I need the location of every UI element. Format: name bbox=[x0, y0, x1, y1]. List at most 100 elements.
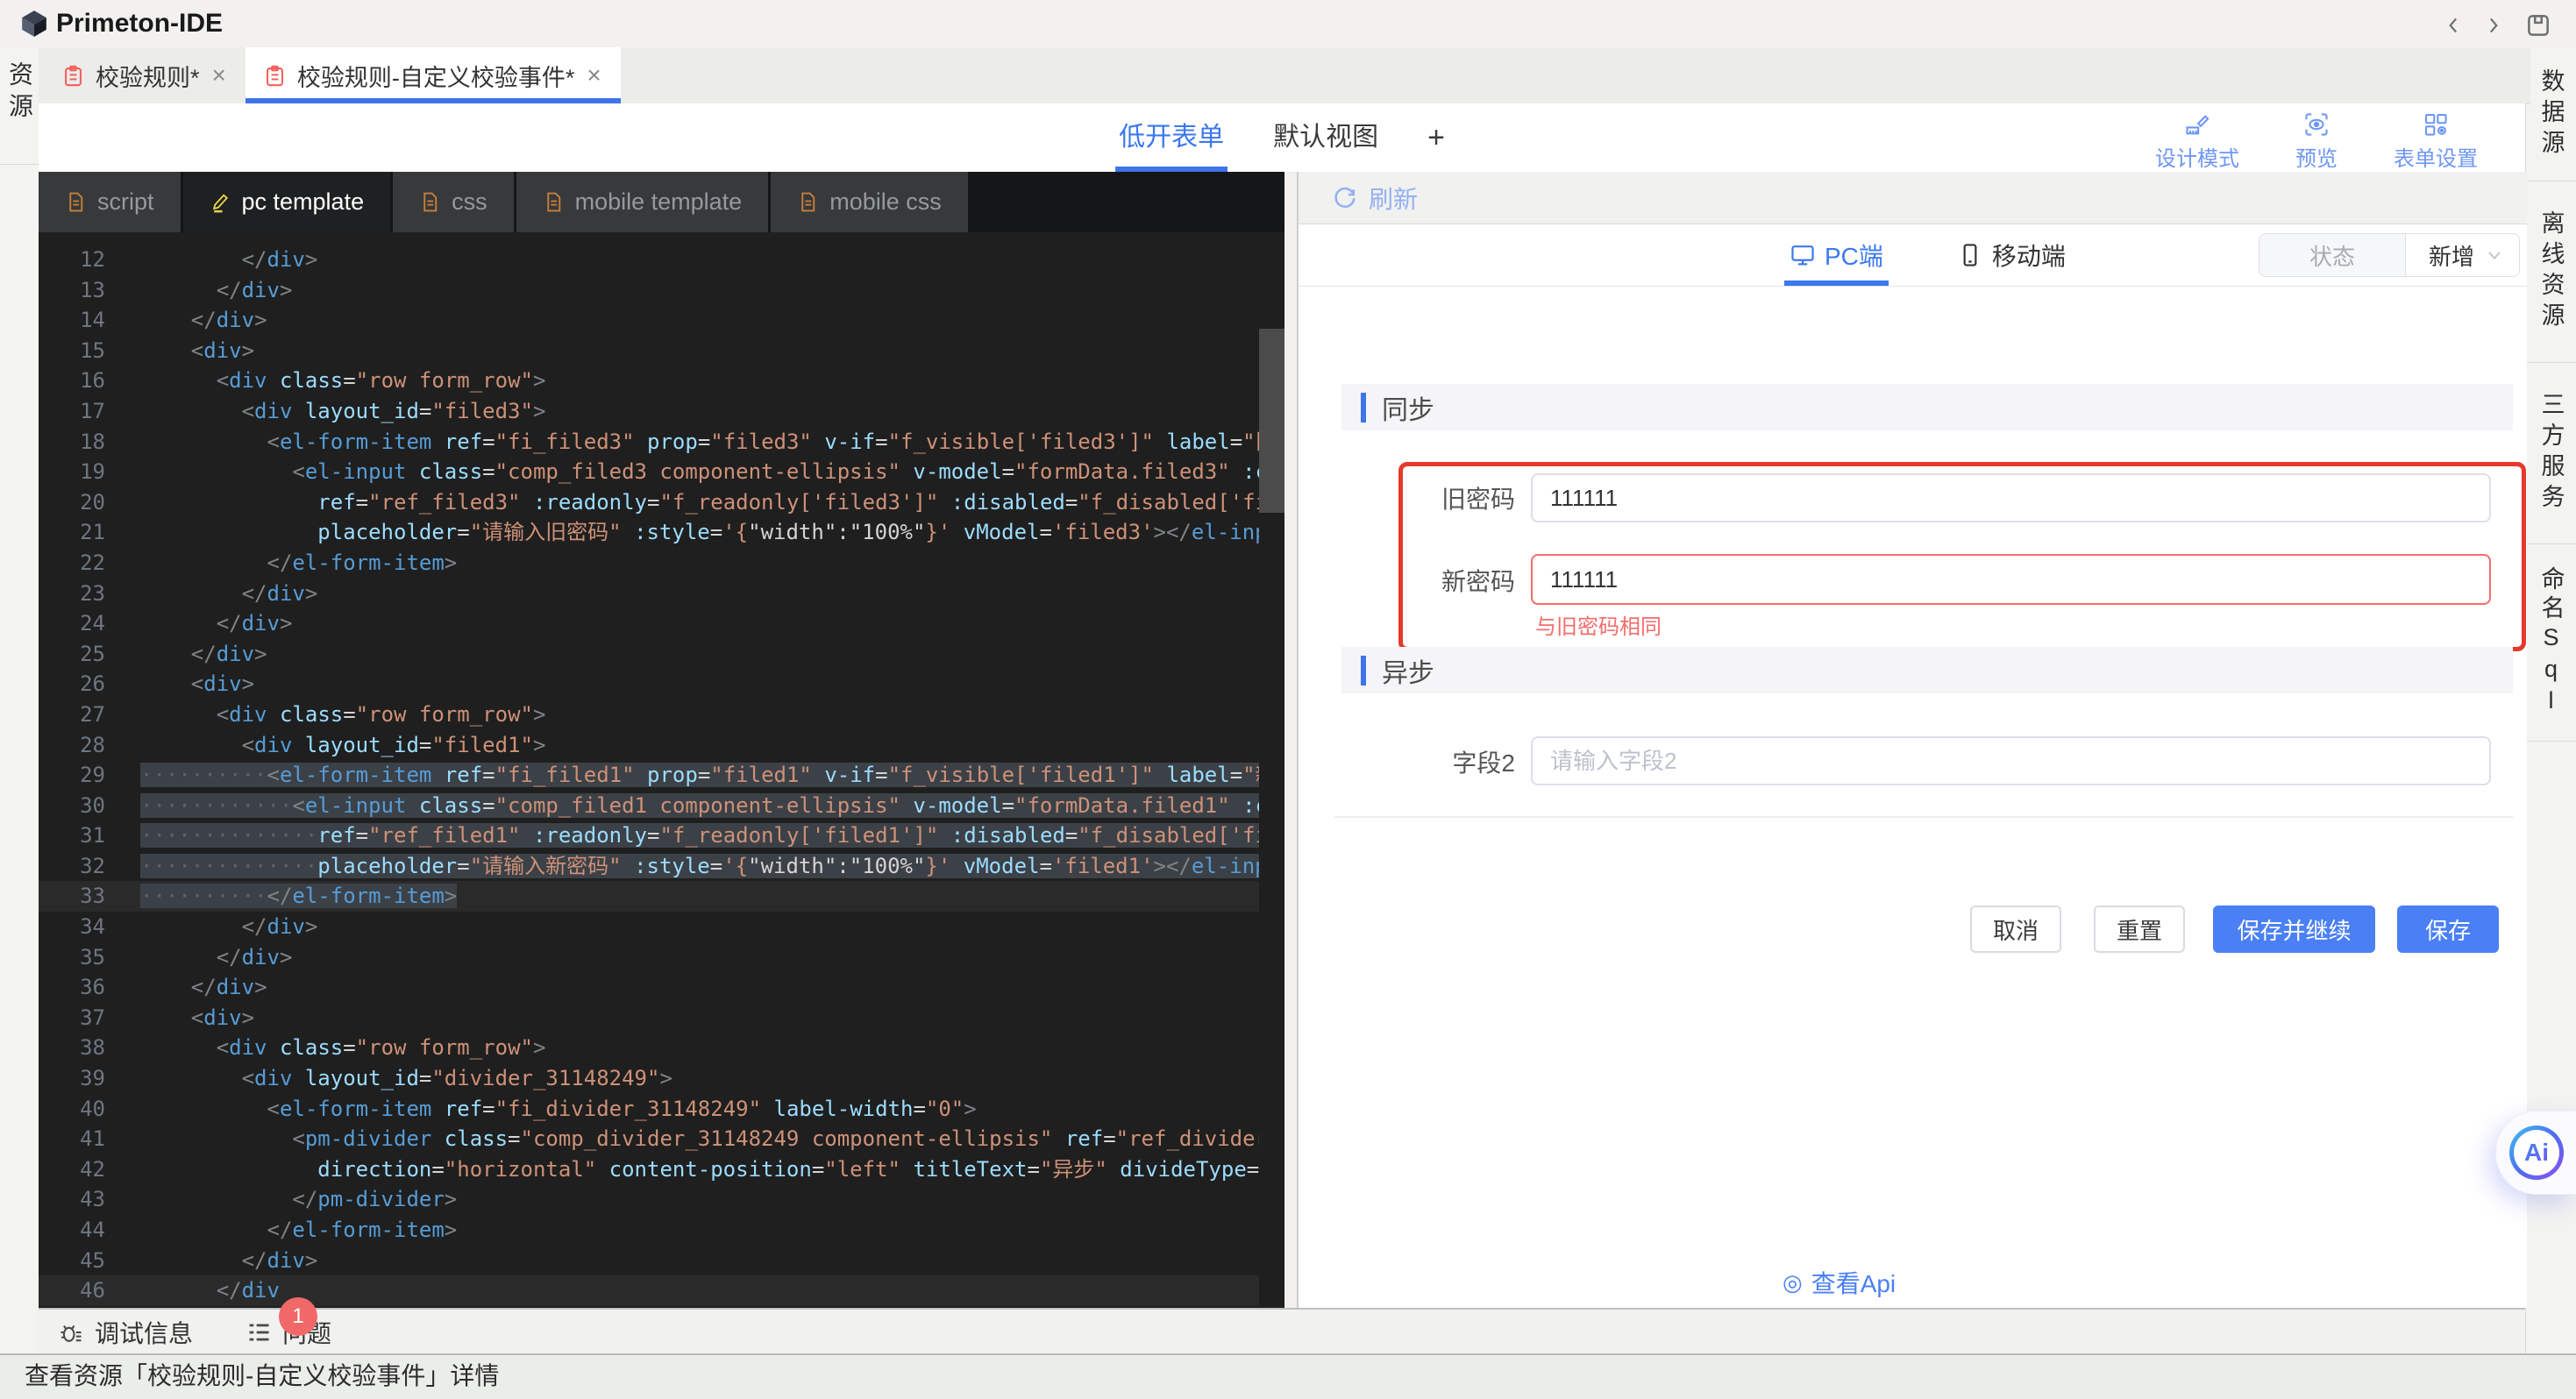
code-line[interactable]: 27 <div class="row form_row"> bbox=[39, 700, 1259, 730]
close-icon[interactable]: × bbox=[210, 61, 228, 89]
code-line[interactable]: 25 </div> bbox=[39, 639, 1259, 670]
ai-icon: Ai bbox=[2509, 1126, 2564, 1180]
nav-forward-icon[interactable] bbox=[2478, 11, 2508, 40]
editor-tab-mobile-css[interactable]: mobile css bbox=[771, 172, 968, 232]
code-line[interactable]: 12 </div> bbox=[39, 245, 1259, 275]
code-line[interactable]: 38 <div class="row form_row"> bbox=[39, 1033, 1259, 1063]
bullseye-icon: ◎ bbox=[1783, 1269, 1803, 1296]
editor-tab-css[interactable]: css bbox=[393, 172, 514, 232]
add-view-button[interactable]: + bbox=[1427, 103, 1445, 172]
right-rail-item-offline-resources[interactable]: 离线资源 bbox=[2526, 181, 2576, 363]
code-line[interactable]: 44 </el-form-item> bbox=[39, 1215, 1259, 1246]
design-mode-button[interactable]: 设计模式 bbox=[2155, 111, 2239, 172]
chevron-down-icon bbox=[2484, 245, 2505, 266]
editor-scrollbar[interactable] bbox=[1259, 329, 1284, 513]
form-preview-panel: 刷新 PC端 移动端 状态 bbox=[1297, 172, 2527, 1308]
ai-assistant-button[interactable]: Ai bbox=[2495, 1111, 2576, 1195]
refresh-button[interactable]: 刷新 bbox=[1332, 172, 1418, 224]
status-select[interactable]: 状态 新增 bbox=[2259, 233, 2520, 277]
left-rail: 资源 bbox=[0, 47, 39, 1353]
code-editor: script pc template css mobile tem bbox=[39, 172, 1284, 1308]
form-settings-button[interactable]: 表单设置 bbox=[2394, 111, 2478, 172]
code-line[interactable]: 46 </div bbox=[39, 1275, 1259, 1306]
old-password-input[interactable] bbox=[1531, 473, 2491, 522]
section-title: 异步 bbox=[1382, 651, 1434, 690]
file-icon bbox=[543, 191, 565, 213]
pencil-icon bbox=[210, 191, 231, 213]
save-button[interactable]: 保存 bbox=[2397, 905, 2499, 953]
field-label-field2: 字段2 bbox=[1404, 744, 1515, 779]
app-title: Primeton-IDE bbox=[56, 0, 223, 47]
code-line[interactable]: 45 </div> bbox=[39, 1246, 1259, 1276]
editor-tab-script[interactable]: script bbox=[39, 172, 181, 232]
doc-tab-label: 校验规则* bbox=[96, 59, 200, 93]
code-line[interactable]: 32··············placeholder="请输入新密码" :st… bbox=[39, 851, 1259, 882]
tab-lowcode-form[interactable]: 低开表单 bbox=[1119, 103, 1224, 172]
field2-input[interactable] bbox=[1531, 736, 2491, 785]
code-line[interactable]: 24 </div> bbox=[39, 608, 1259, 639]
title-bar: Primeton-IDE bbox=[0, 0, 2576, 48]
section-title: 同步 bbox=[1382, 388, 1434, 427]
code-line[interactable]: 42 direction="horizontal" content-positi… bbox=[39, 1154, 1259, 1185]
code-line[interactable]: 34 </div> bbox=[39, 912, 1259, 942]
code-line[interactable]: 39 <div layout_id="divider_31148249"> bbox=[39, 1063, 1259, 1094]
code-line[interactable]: 37 <div> bbox=[39, 1003, 1259, 1033]
app-logo-icon bbox=[19, 9, 49, 39]
section-accent-bar bbox=[1361, 393, 1366, 423]
code-line[interactable]: 15 <div> bbox=[39, 336, 1259, 366]
code-line[interactable]: 29··········<el-form-item ref="fi_filed1… bbox=[39, 760, 1259, 791]
doc-tab-validation-rule[interactable]: 校验规则* × bbox=[44, 47, 246, 103]
view-api-link[interactable]: ◎ 查看Api bbox=[1783, 1265, 1896, 1300]
code-lines[interactable]: 12 </div>13 </div>14 </div>15 <div>16 <d… bbox=[39, 232, 1259, 1308]
code-line[interactable]: 41 <pm-divider class="comp_divider_31148… bbox=[39, 1124, 1259, 1154]
code-line[interactable]: 19 <el-input class="comp_filed3 componen… bbox=[39, 457, 1259, 487]
code-line[interactable]: 31··············ref="ref_filed1" :readon… bbox=[39, 820, 1259, 851]
editor-tab-pc-template[interactable]: pc template bbox=[183, 172, 391, 232]
view-tab-row: 低开表单 默认视图 + 设计模式 预览 bbox=[39, 103, 2525, 173]
code-line[interactable]: 36 </div> bbox=[39, 972, 1259, 1003]
problems-count-badge: 1 bbox=[279, 1297, 317, 1336]
code-line[interactable]: 40 <el-form-item ref="fi_divider_3114824… bbox=[39, 1094, 1259, 1125]
code-line[interactable]: 23 </div> bbox=[39, 579, 1259, 609]
right-rail-item-datasource[interactable]: 数据源 bbox=[2526, 47, 2576, 181]
status-bar: 查看资源「校验规则-自定义校验事件」详情 bbox=[0, 1353, 2576, 1399]
save-and-continue-button[interactable]: 保存并继续 bbox=[2213, 905, 2375, 953]
code-line[interactable]: 43 </pm-divider> bbox=[39, 1184, 1259, 1215]
preview-button[interactable]: 预览 bbox=[2295, 111, 2338, 172]
device-tab-row: PC端 移动端 状态 新增 bbox=[1299, 224, 2527, 287]
code-line[interactable]: 28 <div layout_id="filed1"> bbox=[39, 730, 1259, 761]
code-line[interactable]: 22 </el-form-item> bbox=[39, 548, 1259, 579]
nav-back-icon[interactable] bbox=[2439, 11, 2469, 40]
new-password-input[interactable] bbox=[1531, 554, 2491, 605]
tab-default-view[interactable]: 默认视图 bbox=[1273, 103, 1378, 172]
right-rail-item-third-party-services[interactable]: 三方服务 bbox=[2526, 363, 2576, 544]
editor-tab-strip: script pc template css mobile tem bbox=[39, 172, 1284, 232]
code-line[interactable]: 18 <el-form-item ref="fi_filed3" prop="f… bbox=[39, 427, 1259, 458]
code-line[interactable]: 33··········</el-form-item> bbox=[39, 881, 1259, 912]
code-line[interactable]: 26 <div> bbox=[39, 669, 1259, 700]
code-line[interactable]: 17 <div layout_id="filed3"> bbox=[39, 396, 1259, 427]
save-icon[interactable] bbox=[2523, 11, 2553, 40]
close-icon[interactable]: × bbox=[585, 61, 602, 89]
editor-tab-mobile-template[interactable]: mobile template bbox=[516, 172, 769, 232]
code-line[interactable]: 20 ref="ref_filed3" :readonly="f_readonl… bbox=[39, 487, 1259, 518]
clipboard-icon bbox=[61, 64, 85, 88]
field-label-old-password: 旧密码 bbox=[1404, 480, 1515, 515]
code-line[interactable]: 30············<el-input class="comp_file… bbox=[39, 791, 1259, 821]
tab-mobile[interactable]: 移动端 bbox=[1957, 224, 2066, 286]
cancel-button[interactable]: 取消 bbox=[1970, 905, 2061, 953]
code-line[interactable]: 13 </div> bbox=[39, 275, 1259, 306]
reset-button[interactable]: 重置 bbox=[2094, 905, 2185, 953]
doc-tab-validation-rule-custom-event[interactable]: 校验规则-自定义校验事件* × bbox=[246, 47, 621, 103]
code-line[interactable]: 14 </div> bbox=[39, 305, 1259, 336]
code-line[interactable]: 35 </div> bbox=[39, 942, 1259, 973]
section-divider-async: 异步 bbox=[1341, 647, 2513, 693]
debug-info-button[interactable]: 调试信息 bbox=[58, 1315, 193, 1350]
left-rail-resources-tab[interactable]: 资源 bbox=[2, 61, 37, 124]
code-line[interactable]: 21 placeholder="请输入旧密码" :style='{"width"… bbox=[39, 517, 1259, 548]
preview-eye-icon bbox=[2303, 111, 2330, 138]
tab-pc[interactable]: PC端 bbox=[1790, 224, 1883, 286]
right-rail-item-named-sql[interactable]: 命名Sql bbox=[2526, 544, 2576, 742]
refresh-icon bbox=[1332, 185, 1358, 211]
code-line[interactable]: 16 <div class="row form_row"> bbox=[39, 366, 1259, 396]
